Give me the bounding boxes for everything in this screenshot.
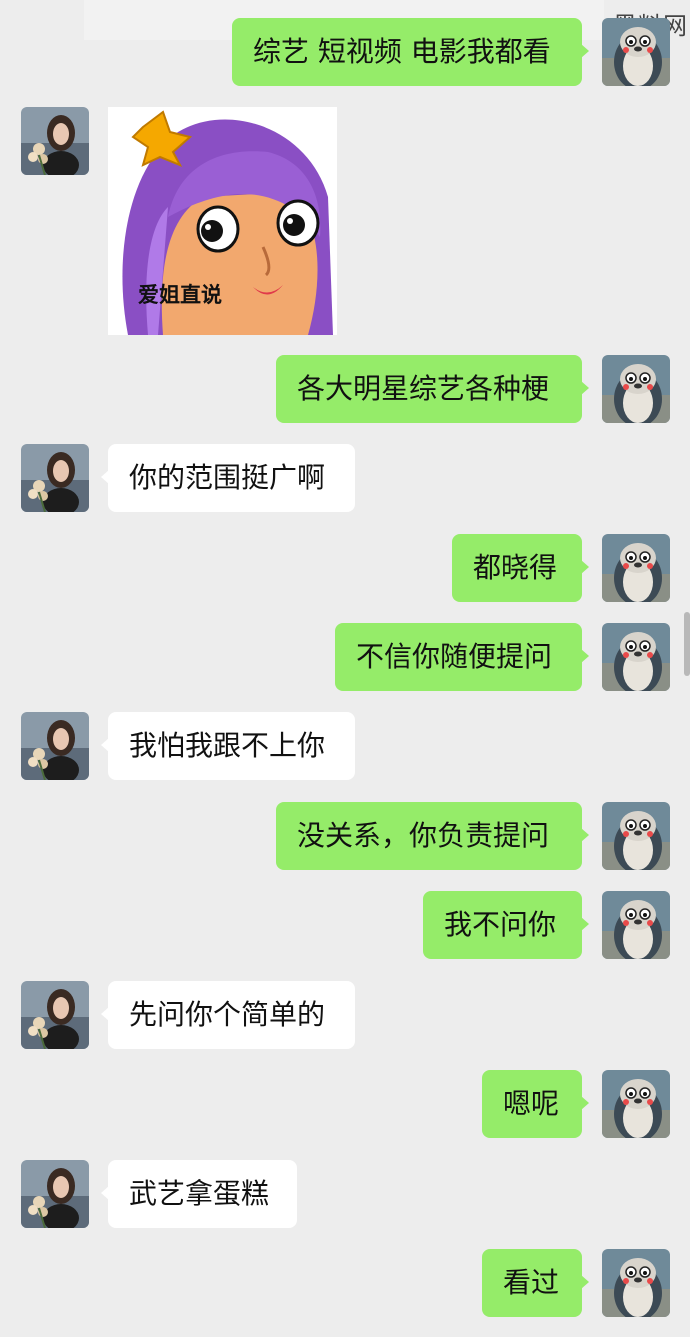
penguin-avatar-icon[interactable] — [602, 1070, 670, 1138]
sticker-caption: 爱姐直说 — [138, 283, 222, 307]
woman-with-flowers-avatar-icon[interactable] — [21, 107, 89, 175]
penguin-avatar-icon[interactable] — [602, 623, 670, 691]
message-text: 先问你个简单的 — [129, 998, 326, 1031]
message-bubble-outgoing[interactable]: 嗯呢 — [482, 1070, 589, 1138]
penguin-avatar-icon[interactable] — [602, 891, 670, 959]
message-bubble-outgoing[interactable]: 都晓得 — [452, 534, 589, 602]
message-bubble-incoming[interactable]: 先问你个简单的 — [101, 981, 355, 1049]
message-bubble-outgoing[interactable]: 综艺 短视频 电影我都看 — [232, 18, 589, 86]
penguin-avatar-icon[interactable] — [602, 18, 670, 86]
message-text: 我怕我跟不上你 — [129, 729, 326, 762]
message-bubble-incoming[interactable]: 我怕我跟不上你 — [101, 712, 355, 780]
message-bubble-incoming[interactable]: 武艺拿蛋糕 — [101, 1160, 297, 1228]
message-text: 看过 — [503, 1266, 560, 1299]
woman-with-flowers-avatar-icon[interactable] — [21, 1160, 89, 1228]
message-text: 嗯呢 — [503, 1087, 560, 1120]
penguin-avatar-icon[interactable] — [602, 355, 670, 423]
penguin-avatar-icon[interactable] — [602, 1249, 670, 1317]
sticker-image[interactable]: 爱姐直说 — [108, 107, 337, 335]
message-text: 不信你随便提问 — [356, 640, 553, 673]
message-text: 各大明星综艺各种梗 — [297, 372, 550, 405]
message-bubble-outgoing[interactable]: 不信你随便提问 — [335, 623, 589, 691]
woman-with-flowers-avatar-icon[interactable] — [21, 712, 89, 780]
message-bubble-outgoing[interactable]: 我不问你 — [423, 891, 589, 959]
message-bubble-incoming[interactable]: 你的范围挺广啊 — [101, 444, 355, 512]
message-text: 综艺 短视频 电影我都看 — [253, 35, 551, 68]
message-bubble-outgoing[interactable]: 各大明星综艺各种梗 — [276, 355, 589, 423]
message-text: 没关系，你负责提问 — [297, 819, 550, 852]
message-text: 你的范围挺广啊 — [129, 461, 326, 494]
message-text: 都晓得 — [473, 551, 558, 584]
penguin-avatar-icon[interactable] — [602, 534, 670, 602]
message-text: 我不问你 — [444, 908, 557, 941]
woman-with-flowers-avatar-icon[interactable] — [21, 981, 89, 1049]
message-bubble-outgoing[interactable]: 没关系，你负责提问 — [276, 802, 589, 870]
message-bubble-outgoing[interactable]: 看过 — [482, 1249, 589, 1317]
woman-with-flowers-avatar-icon[interactable] — [21, 444, 89, 512]
message-text: 武艺拿蛋糕 — [129, 1177, 270, 1210]
scrollbar[interactable] — [684, 612, 690, 676]
penguin-avatar-icon[interactable] — [602, 802, 670, 870]
